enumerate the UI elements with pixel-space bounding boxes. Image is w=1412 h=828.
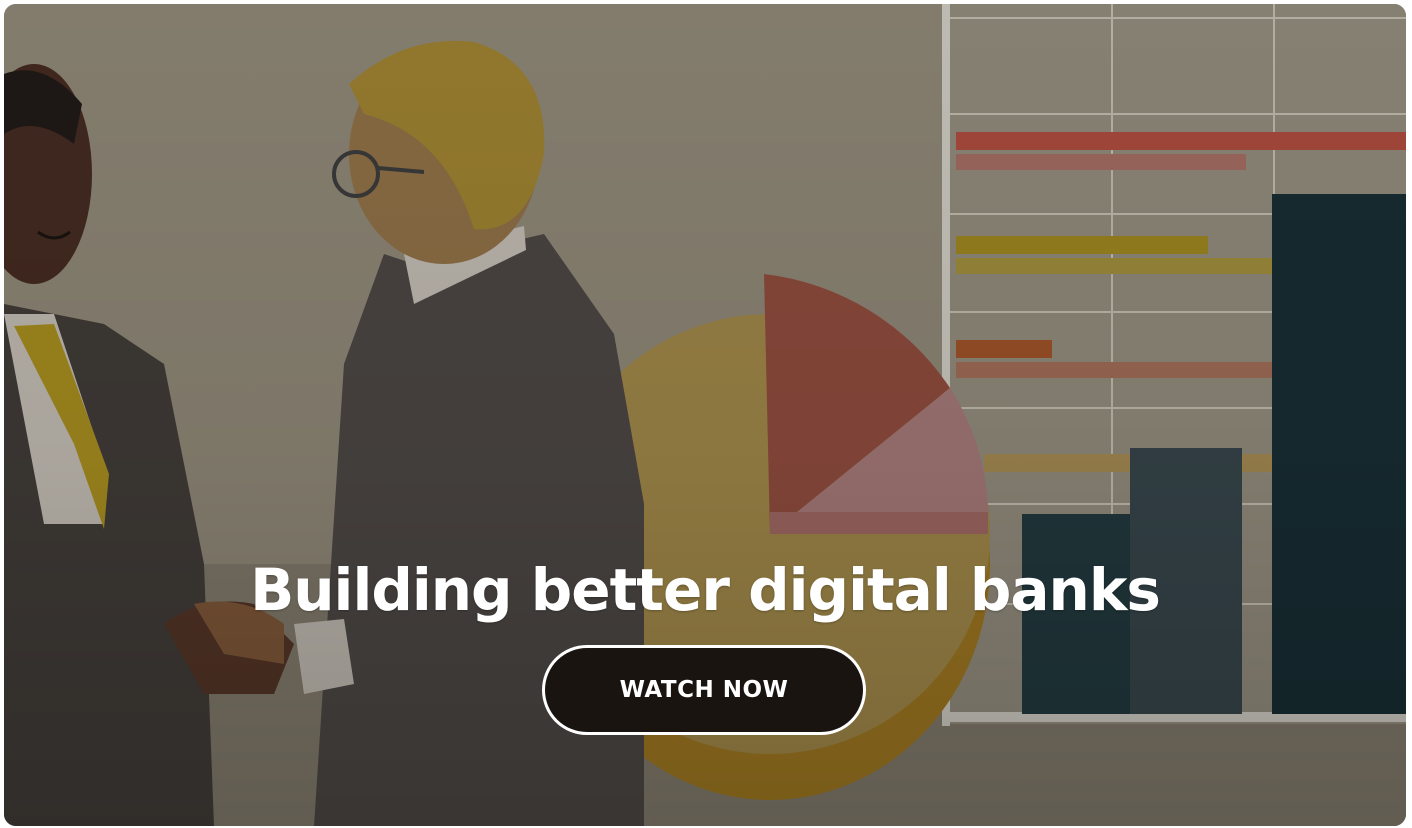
watch-now-button[interactable]: WATCH NOW [542, 645, 866, 735]
hero-video-card[interactable]: Building better digital banks WATCH NOW [4, 4, 1406, 826]
hero-headline: Building better digital banks [250, 556, 1161, 624]
